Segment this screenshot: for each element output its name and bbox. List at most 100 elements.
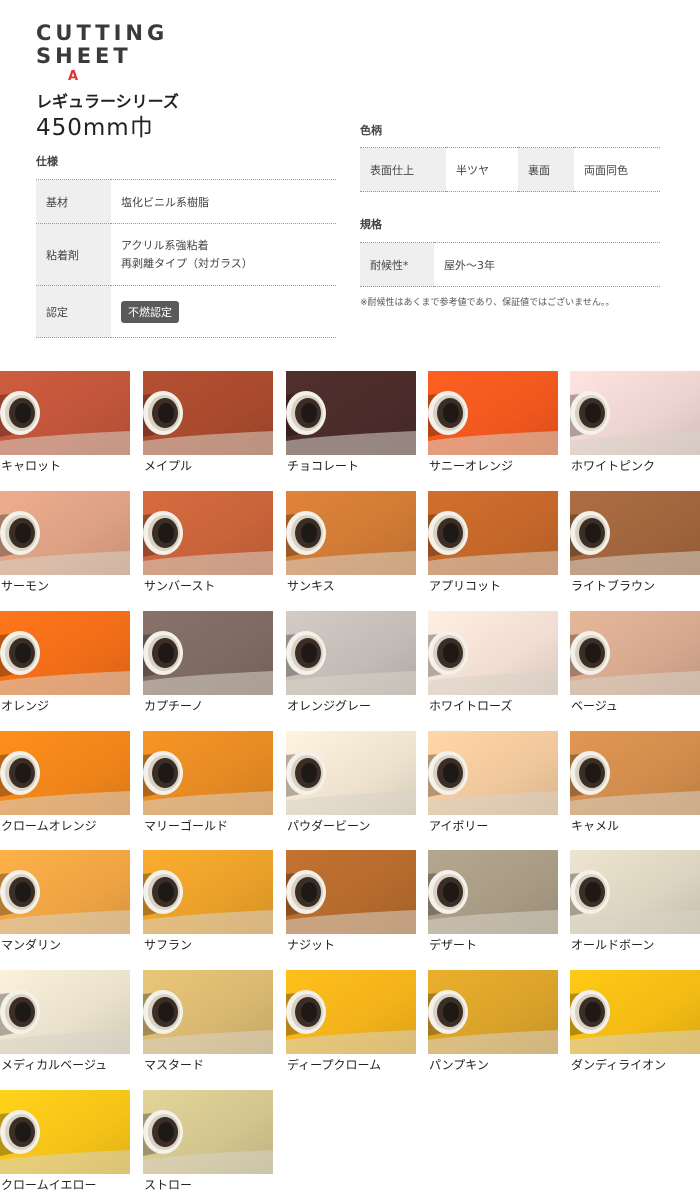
color-swatch[interactable]: サンキス xyxy=(286,491,416,595)
color-swatch[interactable]: クロームオレンジ xyxy=(0,731,130,835)
sheet-roll-image xyxy=(143,850,273,934)
sheet-roll-image xyxy=(0,491,130,575)
spec-label: 粘着剤 xyxy=(36,223,111,286)
color-swatch[interactable]: サンバースト xyxy=(143,491,273,595)
brand-line-1: CUTTING xyxy=(36,21,169,45)
surface-label: 表面仕上 xyxy=(360,147,446,192)
brand-logo: CUTTING SHEET A xyxy=(36,21,169,85)
sheet-roll-image xyxy=(428,970,558,1054)
color-swatch[interactable]: ダンディライオン xyxy=(570,970,700,1074)
sheet-roll-image xyxy=(570,371,700,455)
color-swatch[interactable]: オレンジグレー xyxy=(286,611,416,715)
sheet-roll-image xyxy=(428,850,558,934)
roll-width: 450mm巾 xyxy=(36,115,154,141)
sheet-roll-image xyxy=(428,371,558,455)
color-name: アイボリー xyxy=(429,819,489,833)
color-swatch[interactable]: サニーオレンジ xyxy=(428,371,558,475)
pattern-table: 表面仕上 半ツヤ 裏面 両面同色 xyxy=(360,147,660,192)
color-name: オレンジグレー xyxy=(287,699,372,713)
sheet-roll-image xyxy=(0,1090,130,1174)
sheet-roll-image xyxy=(143,611,273,695)
color-swatch[interactable]: サーモン xyxy=(0,491,130,595)
color-name: クロームオレンジ xyxy=(1,819,97,833)
color-swatch[interactable]: オールドボーン xyxy=(570,850,700,954)
color-name: サンバースト xyxy=(144,579,216,593)
spec-value: アクリル系強粘着 xyxy=(121,238,209,252)
color-swatch[interactable]: パンプキン xyxy=(428,970,558,1074)
color-name: ベージュ xyxy=(571,699,618,713)
sheet-roll-image xyxy=(570,731,700,815)
sheet-roll-image xyxy=(143,731,273,815)
color-name: クロームイエロー xyxy=(1,1178,97,1192)
color-name: チョコレート xyxy=(287,459,360,473)
color-swatch[interactable]: アプリコット xyxy=(428,491,558,595)
spec-row-base: 基材 塩化ビニル系樹脂 xyxy=(36,179,336,224)
standard-heading: 規格 xyxy=(360,218,382,231)
color-name: パウダービーン xyxy=(287,819,371,833)
color-name: サンキス xyxy=(287,579,335,593)
color-swatch[interactable]: パウダービーン xyxy=(286,731,416,835)
sheet-roll-image xyxy=(0,850,130,934)
color-swatch[interactable]: ストロー xyxy=(143,1090,273,1194)
spec-value: 塩化ビニル系樹脂 xyxy=(111,179,336,224)
sheet-roll-image xyxy=(286,371,416,455)
sheet-roll-image xyxy=(286,491,416,575)
color-name: メディカルベージュ xyxy=(1,1058,108,1072)
color-swatch[interactable]: クロームイエロー xyxy=(0,1090,130,1194)
weather-note: ※耐候性はあくまで参考値であり、保証値ではございません。。 xyxy=(360,298,615,308)
color-swatch[interactable]: デザート xyxy=(428,850,558,954)
color-swatch[interactable]: ホワイトピンク xyxy=(570,371,700,475)
color-swatch[interactable]: カプチーノ xyxy=(143,611,273,715)
color-name: アプリコット xyxy=(429,579,502,593)
sheet-roll-image xyxy=(0,970,130,1054)
weather-value: 屋外～3年 xyxy=(434,242,660,287)
color-swatch[interactable]: チョコレート xyxy=(286,371,416,475)
color-swatch[interactable]: メディカルベージュ xyxy=(0,970,130,1074)
color-name: ナジット xyxy=(287,938,336,952)
sheet-roll-image xyxy=(428,611,558,695)
color-swatch[interactable]: サフラン xyxy=(143,850,273,954)
color-swatch[interactable]: マスタード xyxy=(143,970,273,1074)
sheet-roll-image xyxy=(0,731,130,815)
sheet-roll-image xyxy=(143,371,273,455)
color-swatch[interactable]: アイボリー xyxy=(428,731,558,835)
color-name: ダンディライオン xyxy=(571,1058,667,1072)
color-swatch[interactable]: マリーゴールド xyxy=(143,731,273,835)
color-name: マスタード xyxy=(144,1058,205,1072)
sheet-roll-image xyxy=(286,731,416,815)
sheet-roll-image xyxy=(428,731,558,815)
color-name: サニーオレンジ xyxy=(429,459,514,473)
sheet-roll-image xyxy=(286,611,416,695)
color-swatch[interactable]: ホワイトローズ xyxy=(428,611,558,715)
brand-line-2: SHEET xyxy=(36,44,132,68)
weather-label: 耐候性* xyxy=(360,242,434,287)
color-name: ホワイトピンク xyxy=(571,459,656,473)
back-value: 両面同色 xyxy=(574,147,660,192)
color-swatch[interactable]: メイプル xyxy=(143,371,273,475)
color-swatch[interactable]: ナジット xyxy=(286,850,416,954)
color-swatch[interactable]: キャメル xyxy=(570,731,700,835)
color-name: カプチーノ xyxy=(144,699,204,713)
color-name: マンダリン xyxy=(1,938,62,952)
color-name: ディープクローム xyxy=(287,1058,382,1072)
color-swatch[interactable]: ディープクローム xyxy=(286,970,416,1074)
color-name: メイプル xyxy=(144,459,193,473)
color-swatch[interactable]: キャロット xyxy=(0,371,130,475)
fire-resistant-badge: 不燃認定 xyxy=(121,300,179,323)
sheet-roll-image xyxy=(286,850,416,934)
sheet-roll-image xyxy=(143,1090,273,1174)
color-name: パンプキン xyxy=(429,1058,489,1072)
sheet-roll-image xyxy=(0,371,130,455)
color-name: デザート xyxy=(429,938,478,952)
sheet-roll-image xyxy=(570,611,700,695)
color-swatch[interactable]: ベージュ xyxy=(570,611,700,715)
sheet-roll-image xyxy=(570,850,700,934)
surface-value: 半ツヤ xyxy=(446,147,518,192)
sheet-roll-image xyxy=(286,970,416,1054)
color-swatch[interactable]: マンダリン xyxy=(0,850,130,954)
color-swatch[interactable]: ライトブラウン xyxy=(570,491,700,595)
color-swatch[interactable]: オレンジ xyxy=(0,611,130,715)
sheet-roll-image xyxy=(143,970,273,1054)
color-name: オールドボーン xyxy=(571,938,655,952)
color-name: ライトブラウン xyxy=(571,579,656,593)
